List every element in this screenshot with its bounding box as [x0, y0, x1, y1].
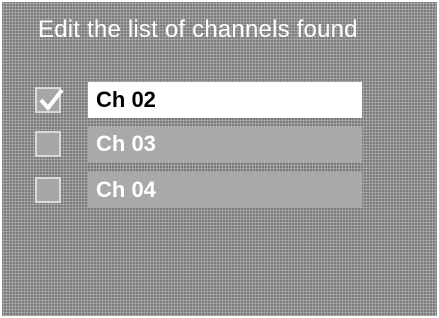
channel-row-ch03[interactable]: Ch 03: [2, 126, 437, 166]
channel-row-ch04[interactable]: Ch 04: [2, 172, 437, 212]
channel-row-ch02[interactable]: Ch 02: [2, 82, 437, 122]
channel-label-ch03[interactable]: Ch 03: [88, 126, 362, 162]
channel-checkbox-ch02[interactable]: [35, 87, 64, 113]
channel-label-ch02[interactable]: Ch 02: [88, 82, 362, 118]
channel-checkbox-ch04[interactable]: [35, 177, 61, 203]
checkmark-icon: [39, 88, 64, 112]
channel-label-ch04[interactable]: Ch 04: [88, 172, 362, 208]
channel-checkbox-ch03[interactable]: [35, 131, 61, 157]
channel-edit-screen: Edit the list of channels found Ch 02 Ch…: [2, 2, 437, 316]
page-title: Edit the list of channels found: [38, 16, 358, 43]
